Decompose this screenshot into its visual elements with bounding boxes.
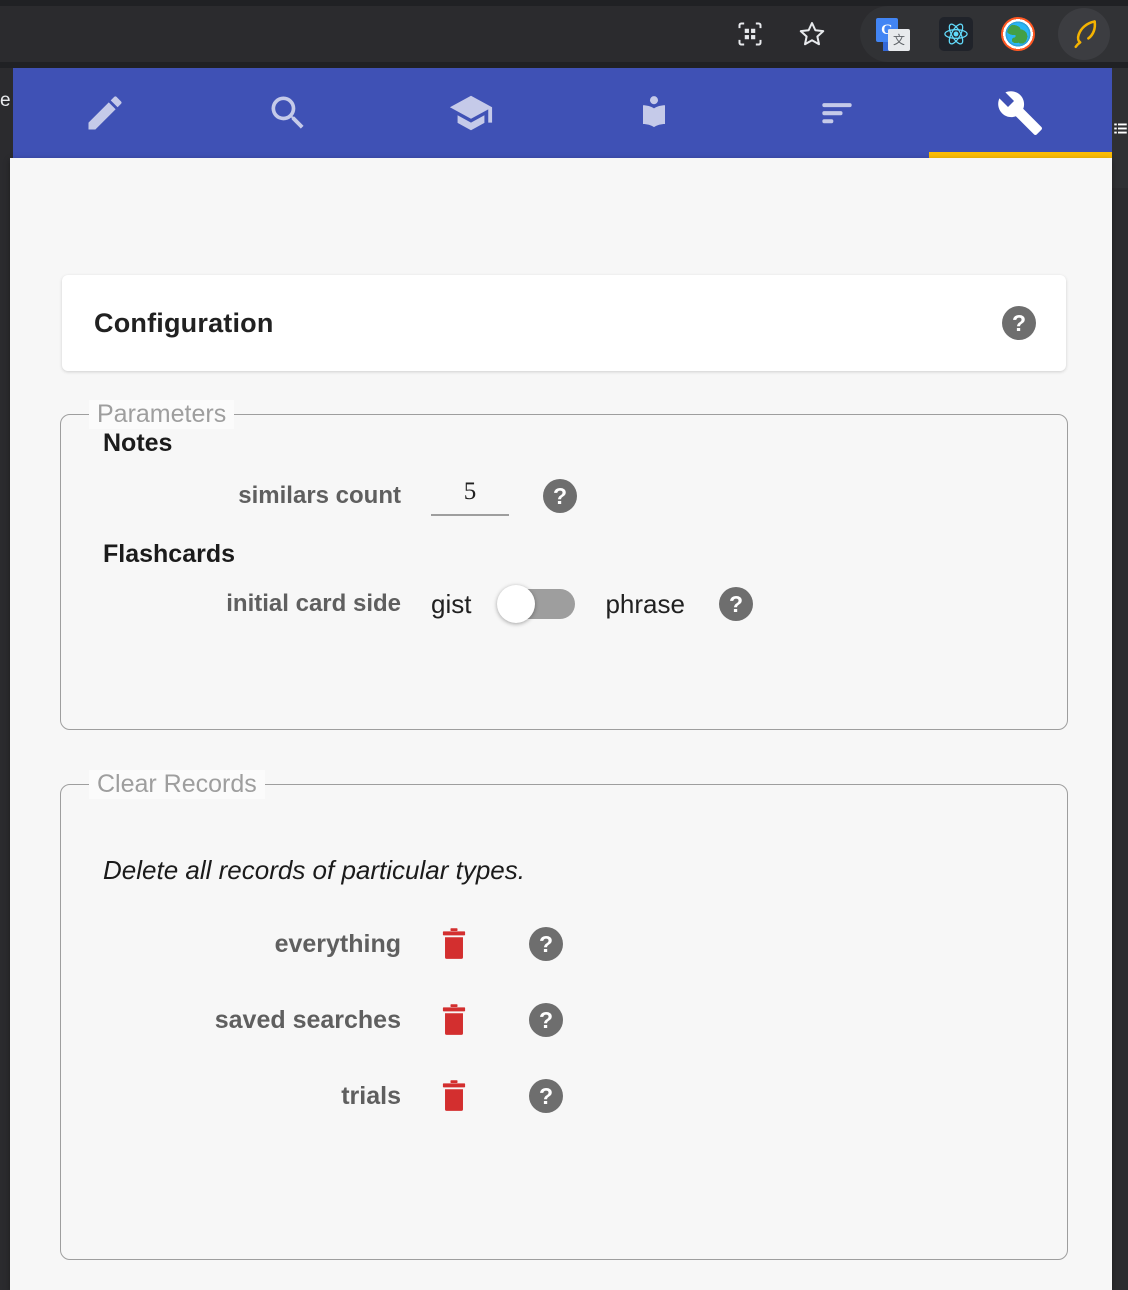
nav-tab-read[interactable] (563, 68, 746, 158)
nav-tab-learn[interactable] (379, 68, 562, 158)
page-header-card: Configuration ? (62, 275, 1066, 371)
clear-label-trials: trials (341, 1081, 401, 1110)
app-navbar (13, 68, 1113, 158)
clear-label-saved-searches: saved searches (214, 1005, 401, 1034)
trash-icon-everything[interactable] (439, 926, 469, 962)
initial-card-side-help-icon[interactable]: ? (718, 587, 753, 621)
nav-tab-search[interactable] (196, 68, 379, 158)
browser-toolbar: G 文 (0, 0, 1128, 68)
toggle-knob (497, 585, 536, 623)
google-translate-extension-icon[interactable]: G 文 (874, 15, 912, 53)
clear-row-everything: everything ? (61, 926, 1067, 962)
trash-icon-saved-searches[interactable] (439, 1002, 469, 1038)
nav-tab-compose[interactable] (13, 68, 196, 158)
wrench-icon (998, 91, 1043, 135)
row-similars-count: similars count ? (61, 476, 1067, 516)
group-label-notes: Notes (103, 429, 173, 457)
configuration-page: Configuration ? Parameters Notes similar… (10, 158, 1112, 1290)
trash-icon-trials[interactable] (439, 1078, 469, 1114)
local-library-icon (643, 96, 666, 128)
group-label-flashcards: Flashcards (103, 540, 236, 568)
globe-extension-icon[interactable] (1000, 16, 1036, 52)
similars-count-label: similars count (238, 482, 401, 509)
toggle-off-label: gist (431, 588, 472, 619)
pencil-icon (88, 96, 122, 130)
row-initial-card-side: initial card side gist phrase ? (61, 585, 1067, 623)
clear-help-trials[interactable]: ? (529, 1079, 563, 1113)
graduation-cap-icon (449, 95, 493, 131)
translate-glyph: 文 (888, 29, 910, 51)
clear-records-description: Delete all records of particular types. (103, 855, 525, 885)
bookmark-star-icon[interactable] (794, 16, 830, 52)
react-devtools-extension-icon[interactable] (938, 16, 974, 52)
list-lines-icon (822, 103, 852, 124)
browser-edge-text: e (0, 90, 11, 111)
search-icon (271, 96, 304, 129)
clear-records-legend: Clear Records (89, 770, 265, 799)
similars-count-help-icon[interactable]: ? (543, 479, 577, 513)
page-title: Configuration (94, 307, 274, 338)
toggle-on-label: phrase (605, 588, 685, 619)
clear-help-saved-searches[interactable]: ? (529, 1003, 563, 1037)
clear-help-everything[interactable]: ? (529, 927, 563, 961)
parameters-legend: Parameters (89, 400, 235, 429)
nav-tab-lists[interactable] (746, 68, 929, 158)
initial-card-side-label: initial card side (226, 590, 401, 617)
clear-row-trials: trials ? (61, 1078, 1067, 1114)
app-window: e Configuration ? Parameters Notes simil… (0, 68, 1128, 1290)
initial-card-side-toggle[interactable] (497, 585, 576, 623)
similars-count-input[interactable] (431, 476, 509, 516)
header-help-icon[interactable]: ? (1002, 306, 1036, 340)
parameters-section: Parameters Notes similars count ? Flashc… (60, 400, 1068, 730)
right-edge-strip (1112, 68, 1128, 188)
nav-tab-configuration[interactable] (928, 68, 1113, 158)
menu-list-icon[interactable] (1113, 121, 1128, 136)
qr-grid-icon[interactable] (732, 16, 768, 52)
quill-extension-icon[interactable] (1058, 8, 1110, 60)
clear-row-saved-searches: saved searches ? (61, 1002, 1067, 1038)
clear-records-section: Clear Records Delete all records of part… (60, 770, 1068, 1260)
clear-label-everything: everything (274, 929, 401, 958)
